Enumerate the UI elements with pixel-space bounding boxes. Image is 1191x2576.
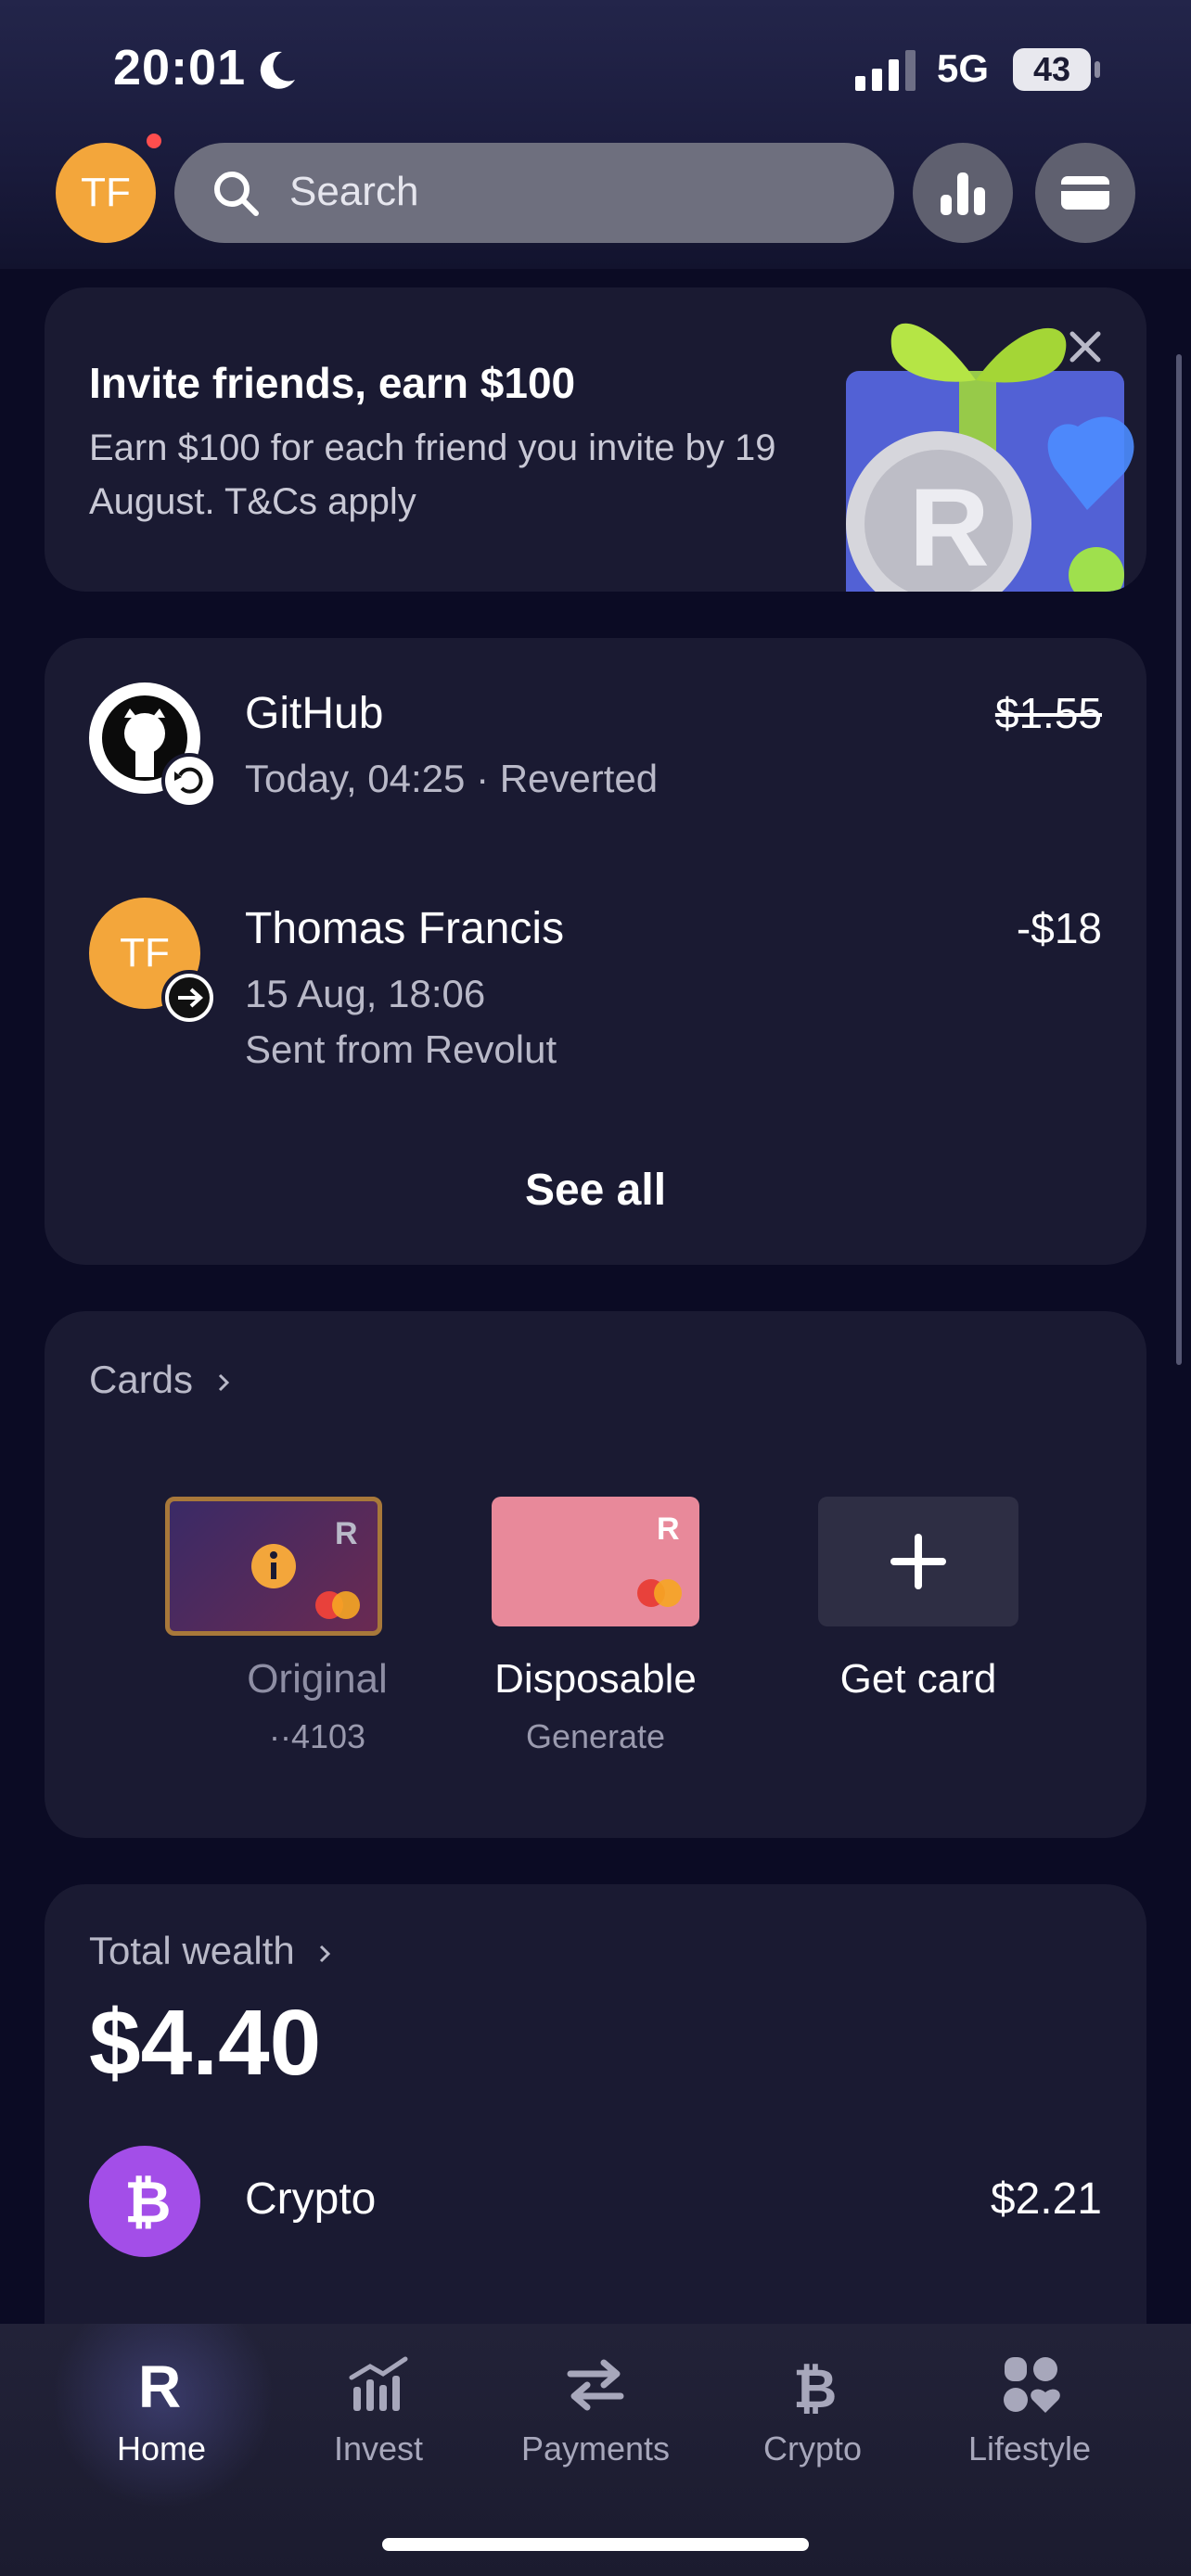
moon-icon (260, 51, 295, 89)
card-icon (1061, 176, 1109, 210)
svg-text:R: R (138, 2353, 181, 2417)
transaction-row[interactable]: GitHub Today, 04:25 · Reverted $1.55 (89, 682, 1102, 831)
transaction-date: 15 Aug, 18:06 (245, 972, 486, 1015)
card-label: Original (247, 1656, 388, 1702)
card-label: Disposable (494, 1656, 697, 1702)
crypto-value: $2.21 (990, 2174, 1102, 2224)
svg-text:₿: ₿ (793, 2357, 837, 2417)
promo-description: Earn $100 for each friend you invite by … (89, 427, 776, 522)
total-wealth-card[interactable]: Total wealth $4.40 ₿ Crypto $2.21 (45, 1884, 1146, 2366)
status-time: 20:01 (113, 40, 247, 96)
network-label: 5G (937, 46, 990, 90)
svg-text:R: R (335, 1516, 358, 1551)
original-card[interactable]: R (165, 1497, 382, 1636)
nav-invest[interactable]: Invest (276, 2352, 480, 2491)
transaction-subtitle: Sent from Revolut (245, 1027, 557, 1071)
svg-text:R: R (657, 1511, 680, 1547)
bitcoin-icon: ₿ (89, 2146, 200, 2257)
invest-chart-icon (349, 2356, 408, 2411)
close-icon[interactable] (1065, 326, 1106, 367)
signal-icon (855, 50, 916, 91)
nav-label: Crypto (762, 2429, 863, 2468)
card-number: ··4103 (268, 1717, 366, 1755)
nav-label: Payments (520, 2429, 671, 2468)
revolut-r-icon: R (138, 2353, 181, 2417)
transactions-card: GitHub Today, 04:25 · Reverted $1.55 TF … (45, 638, 1146, 1265)
transaction-name: GitHub (245, 689, 384, 738)
card-label: Get card (839, 1656, 997, 1702)
chevron-right-icon (218, 1373, 229, 1391)
battery-tip (1095, 61, 1100, 78)
cards-section: Cards R Original ··4103 R Disposable Gen… (45, 1311, 1146, 1838)
home-indicator[interactable] (382, 2538, 809, 2551)
svg-text:₿: ₿ (124, 2168, 172, 2236)
svg-text:R: R (909, 465, 990, 590)
search-placeholder: Search (289, 169, 419, 214)
lifestyle-icon (1004, 2357, 1060, 2413)
cards-section-header[interactable]: Cards (89, 1358, 234, 1402)
get-card-button[interactable] (818, 1497, 1018, 1626)
chevron-right-icon (320, 1945, 331, 1962)
wealth-title: Total wealth (89, 1929, 295, 1972)
see-all-button[interactable]: See all (45, 1165, 1146, 1216)
cards-button[interactable] (1035, 143, 1135, 243)
profile-avatar[interactable]: TF (56, 143, 156, 243)
bitcoin-icon: ₿ (793, 2357, 837, 2417)
nav-payments[interactable]: Payments (493, 2352, 698, 2491)
nav-lifestyle[interactable]: Lifestyle (928, 2352, 1132, 2491)
reverted-icon (161, 753, 217, 809)
search-input[interactable]: Search (174, 143, 894, 243)
card-face-icon: R (251, 1516, 360, 1619)
nav-crypto[interactable]: ₿ Crypto (711, 2352, 915, 2491)
card-action: Generate (525, 1717, 666, 1755)
transaction-name: Thomas Francis (245, 904, 565, 953)
notification-dot (147, 134, 161, 148)
promo-title: Invite friends, earn $100 (89, 359, 576, 407)
transaction-row[interactable]: TF Thomas Francis 15 Aug, 18:06 Sent fro… (89, 898, 1102, 1071)
disposable-card[interactable]: R (492, 1497, 699, 1626)
nav-label: Home (116, 2429, 207, 2468)
wealth-header[interactable]: Total wealth (89, 1929, 335, 1973)
card-face-icon: R (637, 1511, 682, 1607)
wealth-amount: $4.40 (89, 1991, 322, 2095)
invite-promo-card[interactable]: Invite friends, earn $100 Earn $100 for … (45, 287, 1146, 592)
transaction-amount: -$18 (1016, 904, 1102, 952)
bar-chart-icon (941, 172, 985, 215)
nav-home[interactable]: R Home (59, 2352, 263, 2491)
plus-icon (890, 1534, 946, 1589)
status-bar: 20:01 5G 43 (0, 0, 1191, 130)
transfer-arrows-icon (567, 2359, 624, 2411)
analytics-button[interactable] (913, 143, 1013, 243)
transaction-amount: $1.55 (994, 689, 1102, 737)
crypto-label: Crypto (245, 2174, 377, 2224)
scroll-indicator[interactable] (1176, 354, 1182, 1365)
cards-title: Cards (89, 1358, 194, 1401)
nav-label: Invest (333, 2429, 424, 2468)
battery-icon: 43 (1013, 48, 1102, 91)
sent-arrow-icon (161, 970, 217, 1026)
transaction-subtitle: Today, 04:25 · Reverted (245, 757, 659, 800)
search-icon (214, 172, 259, 216)
battery-level: 43 (1013, 48, 1091, 91)
nav-label: Lifestyle (967, 2429, 1092, 2468)
